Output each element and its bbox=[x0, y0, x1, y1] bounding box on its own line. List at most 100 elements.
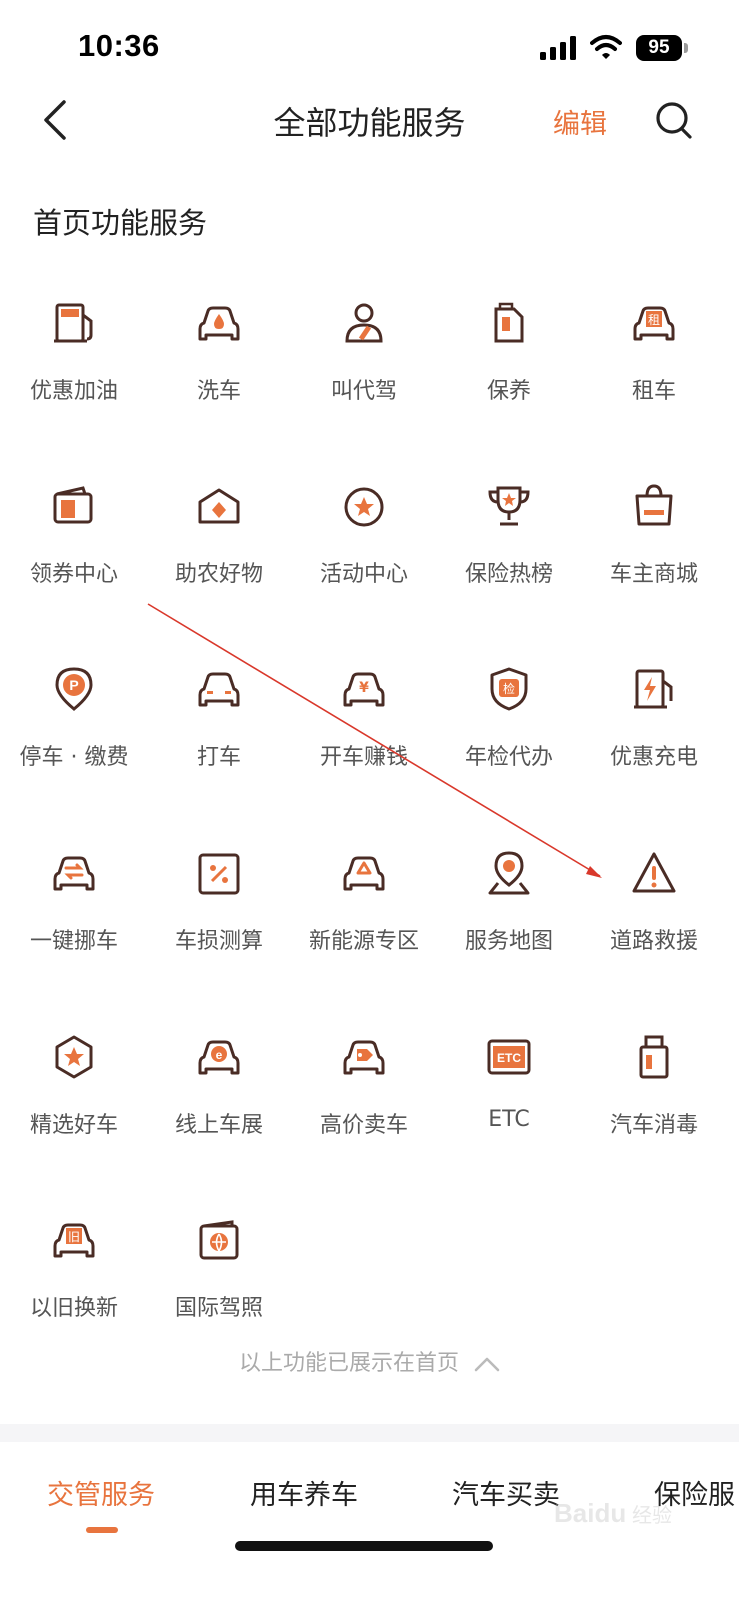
service-label: 一键挪车 bbox=[29, 929, 118, 954]
warning-triangle-icon bbox=[632, 852, 676, 893]
svg-text:ETC: ETC bbox=[497, 1051, 521, 1065]
service-item[interactable]: 活动中心 bbox=[290, 468, 438, 618]
service-label: 洗车 bbox=[196, 379, 241, 404]
featured-car-icon bbox=[55, 1035, 93, 1079]
service-item[interactable]: 一键挪车 bbox=[0, 835, 148, 985]
service-label: 线上车展 bbox=[174, 1113, 263, 1138]
nav-bar: 全部功能服务 编辑 bbox=[0, 90, 739, 150]
car-rental-icon: 租 bbox=[633, 306, 675, 341]
search-icon[interactable] bbox=[654, 98, 694, 142]
status-time: 10:36 bbox=[78, 28, 160, 63]
svg-text:旧: 旧 bbox=[68, 1230, 80, 1244]
service-item[interactable]: 租租车 bbox=[580, 285, 728, 435]
service-label: 租车 bbox=[631, 379, 676, 404]
service-item[interactable]: 高价卖车 bbox=[290, 1019, 438, 1169]
svg-text:租: 租 bbox=[648, 313, 660, 327]
map-pin-icon bbox=[488, 851, 530, 895]
new-energy-car-icon bbox=[343, 856, 385, 891]
collapse-toggle[interactable]: 以上功能已展示在首页 bbox=[0, 1345, 739, 1377]
svg-text:¥: ¥ bbox=[359, 680, 369, 696]
service-label: 优惠加油 bbox=[29, 379, 118, 404]
service-label: 领券中心 bbox=[29, 562, 118, 587]
move-car-icon bbox=[53, 856, 95, 891]
active-tab-indicator bbox=[86, 1527, 118, 1533]
shopping-bag-icon bbox=[635, 484, 673, 526]
service-item[interactable]: 车损测算 bbox=[145, 835, 293, 985]
svg-text:Baidu: Baidu bbox=[554, 1498, 626, 1528]
disinfectant-bottle-icon bbox=[639, 1035, 669, 1079]
service-item[interactable]: ¥ 开车赚钱 bbox=[290, 651, 438, 801]
service-item[interactable]: 车主商城 bbox=[580, 468, 728, 618]
damage-estimate-icon bbox=[198, 853, 240, 895]
service-item[interactable]: P 停车 · 缴费 bbox=[0, 651, 148, 801]
service-item[interactable]: 保养 bbox=[435, 285, 583, 435]
service-item[interactable]: 优惠加油 bbox=[0, 285, 148, 435]
service-item[interactable]: 优惠充电 bbox=[580, 651, 728, 801]
tab-car-maintenance[interactable]: 用车养车 bbox=[250, 1473, 358, 1512]
service-label: 新能源专区 bbox=[308, 929, 419, 954]
service-item[interactable]: 服务地图 bbox=[435, 835, 583, 985]
svg-text:检: 检 bbox=[503, 681, 515, 696]
service-label: 高价卖车 bbox=[319, 1113, 408, 1138]
section-divider bbox=[0, 1424, 739, 1442]
service-label: 停车 · 缴费 bbox=[19, 745, 129, 770]
service-label: 保养 bbox=[486, 379, 531, 404]
service-item[interactable]: 新能源专区 bbox=[290, 835, 438, 985]
designated-driver-icon bbox=[345, 303, 383, 343]
service-label: 活动中心 bbox=[319, 562, 408, 587]
page-title: 全部功能服务 bbox=[273, 104, 466, 142]
service-label: 车主商城 bbox=[609, 562, 698, 587]
trophy-icon bbox=[488, 486, 530, 526]
service-item[interactable]: 国际驾照 bbox=[145, 1202, 293, 1352]
service-label: 道路救援 bbox=[609, 929, 698, 954]
earn-money-car-icon: ¥ bbox=[343, 672, 385, 707]
status-bar: 10:36 95 bbox=[0, 0, 739, 90]
tab-traffic-services[interactable]: 交管服务 bbox=[47, 1473, 155, 1512]
battery-icon: 95 bbox=[636, 35, 688, 61]
service-item[interactable]: 汽车消毒 bbox=[580, 1019, 728, 1169]
collapse-text: 以上功能已展示在首页 bbox=[238, 1351, 459, 1376]
service-item[interactable]: 助农好物 bbox=[145, 468, 293, 618]
service-item[interactable]: 旧以旧换新 bbox=[0, 1202, 148, 1352]
edit-button[interactable]: 编辑 bbox=[553, 102, 607, 141]
star-badge-icon bbox=[344, 487, 384, 527]
service-item[interactable]: 洗车 bbox=[145, 285, 293, 435]
svg-text:e: e bbox=[216, 1048, 223, 1062]
international-license-icon bbox=[199, 1220, 239, 1260]
farm-goods-icon bbox=[198, 488, 240, 524]
tab-car-trading[interactable]: 汽车买卖 bbox=[452, 1473, 560, 1512]
service-item[interactable]: 道路救援 bbox=[580, 835, 728, 985]
service-label: 汽车消毒 bbox=[609, 1113, 698, 1138]
section-title: 首页功能服务 bbox=[33, 206, 208, 240]
service-label: 优惠充电 bbox=[609, 745, 698, 770]
service-label: 精选好车 bbox=[29, 1113, 118, 1138]
taxi-icon bbox=[198, 672, 240, 707]
wifi-icon bbox=[590, 35, 622, 59]
service-item[interactable]: 检年检代办 bbox=[435, 651, 583, 801]
service-item[interactable]: ETC ETC bbox=[435, 1019, 583, 1169]
service-item[interactable]: 叫代驾 bbox=[290, 285, 438, 435]
service-label: 车损测算 bbox=[174, 929, 263, 954]
chevron-up-icon bbox=[474, 1357, 500, 1372]
home-indicator[interactable] bbox=[235, 1541, 493, 1551]
service-label: 叫代驾 bbox=[330, 379, 397, 404]
svg-text:经验: 经验 bbox=[632, 1503, 672, 1527]
service-item[interactable]: e 线上车展 bbox=[145, 1019, 293, 1169]
service-item[interactable]: 保险热榜 bbox=[435, 468, 583, 618]
service-label: 以旧换新 bbox=[29, 1296, 118, 1321]
svg-text:P: P bbox=[69, 677, 78, 693]
inspection-shield-icon: 检 bbox=[490, 667, 528, 711]
ev-charger-icon bbox=[634, 669, 673, 709]
service-label: 保险热榜 bbox=[464, 562, 553, 587]
service-item[interactable]: 领券中心 bbox=[0, 468, 148, 618]
parking-pin-icon: P bbox=[55, 667, 93, 711]
cellular-signal-icon bbox=[540, 36, 576, 60]
service-label: 服务地图 bbox=[464, 929, 553, 954]
battery-level: 95 bbox=[648, 37, 670, 58]
baidu-watermark-icon: Baidu 经验 bbox=[554, 1498, 672, 1528]
service-item[interactable]: 精选好车 bbox=[0, 1019, 148, 1169]
service-item[interactable]: 打车 bbox=[145, 651, 293, 801]
service-label: 助农好物 bbox=[174, 562, 263, 587]
service-label: 打车 bbox=[196, 745, 241, 770]
etc-card-icon: ETC bbox=[487, 1039, 531, 1075]
